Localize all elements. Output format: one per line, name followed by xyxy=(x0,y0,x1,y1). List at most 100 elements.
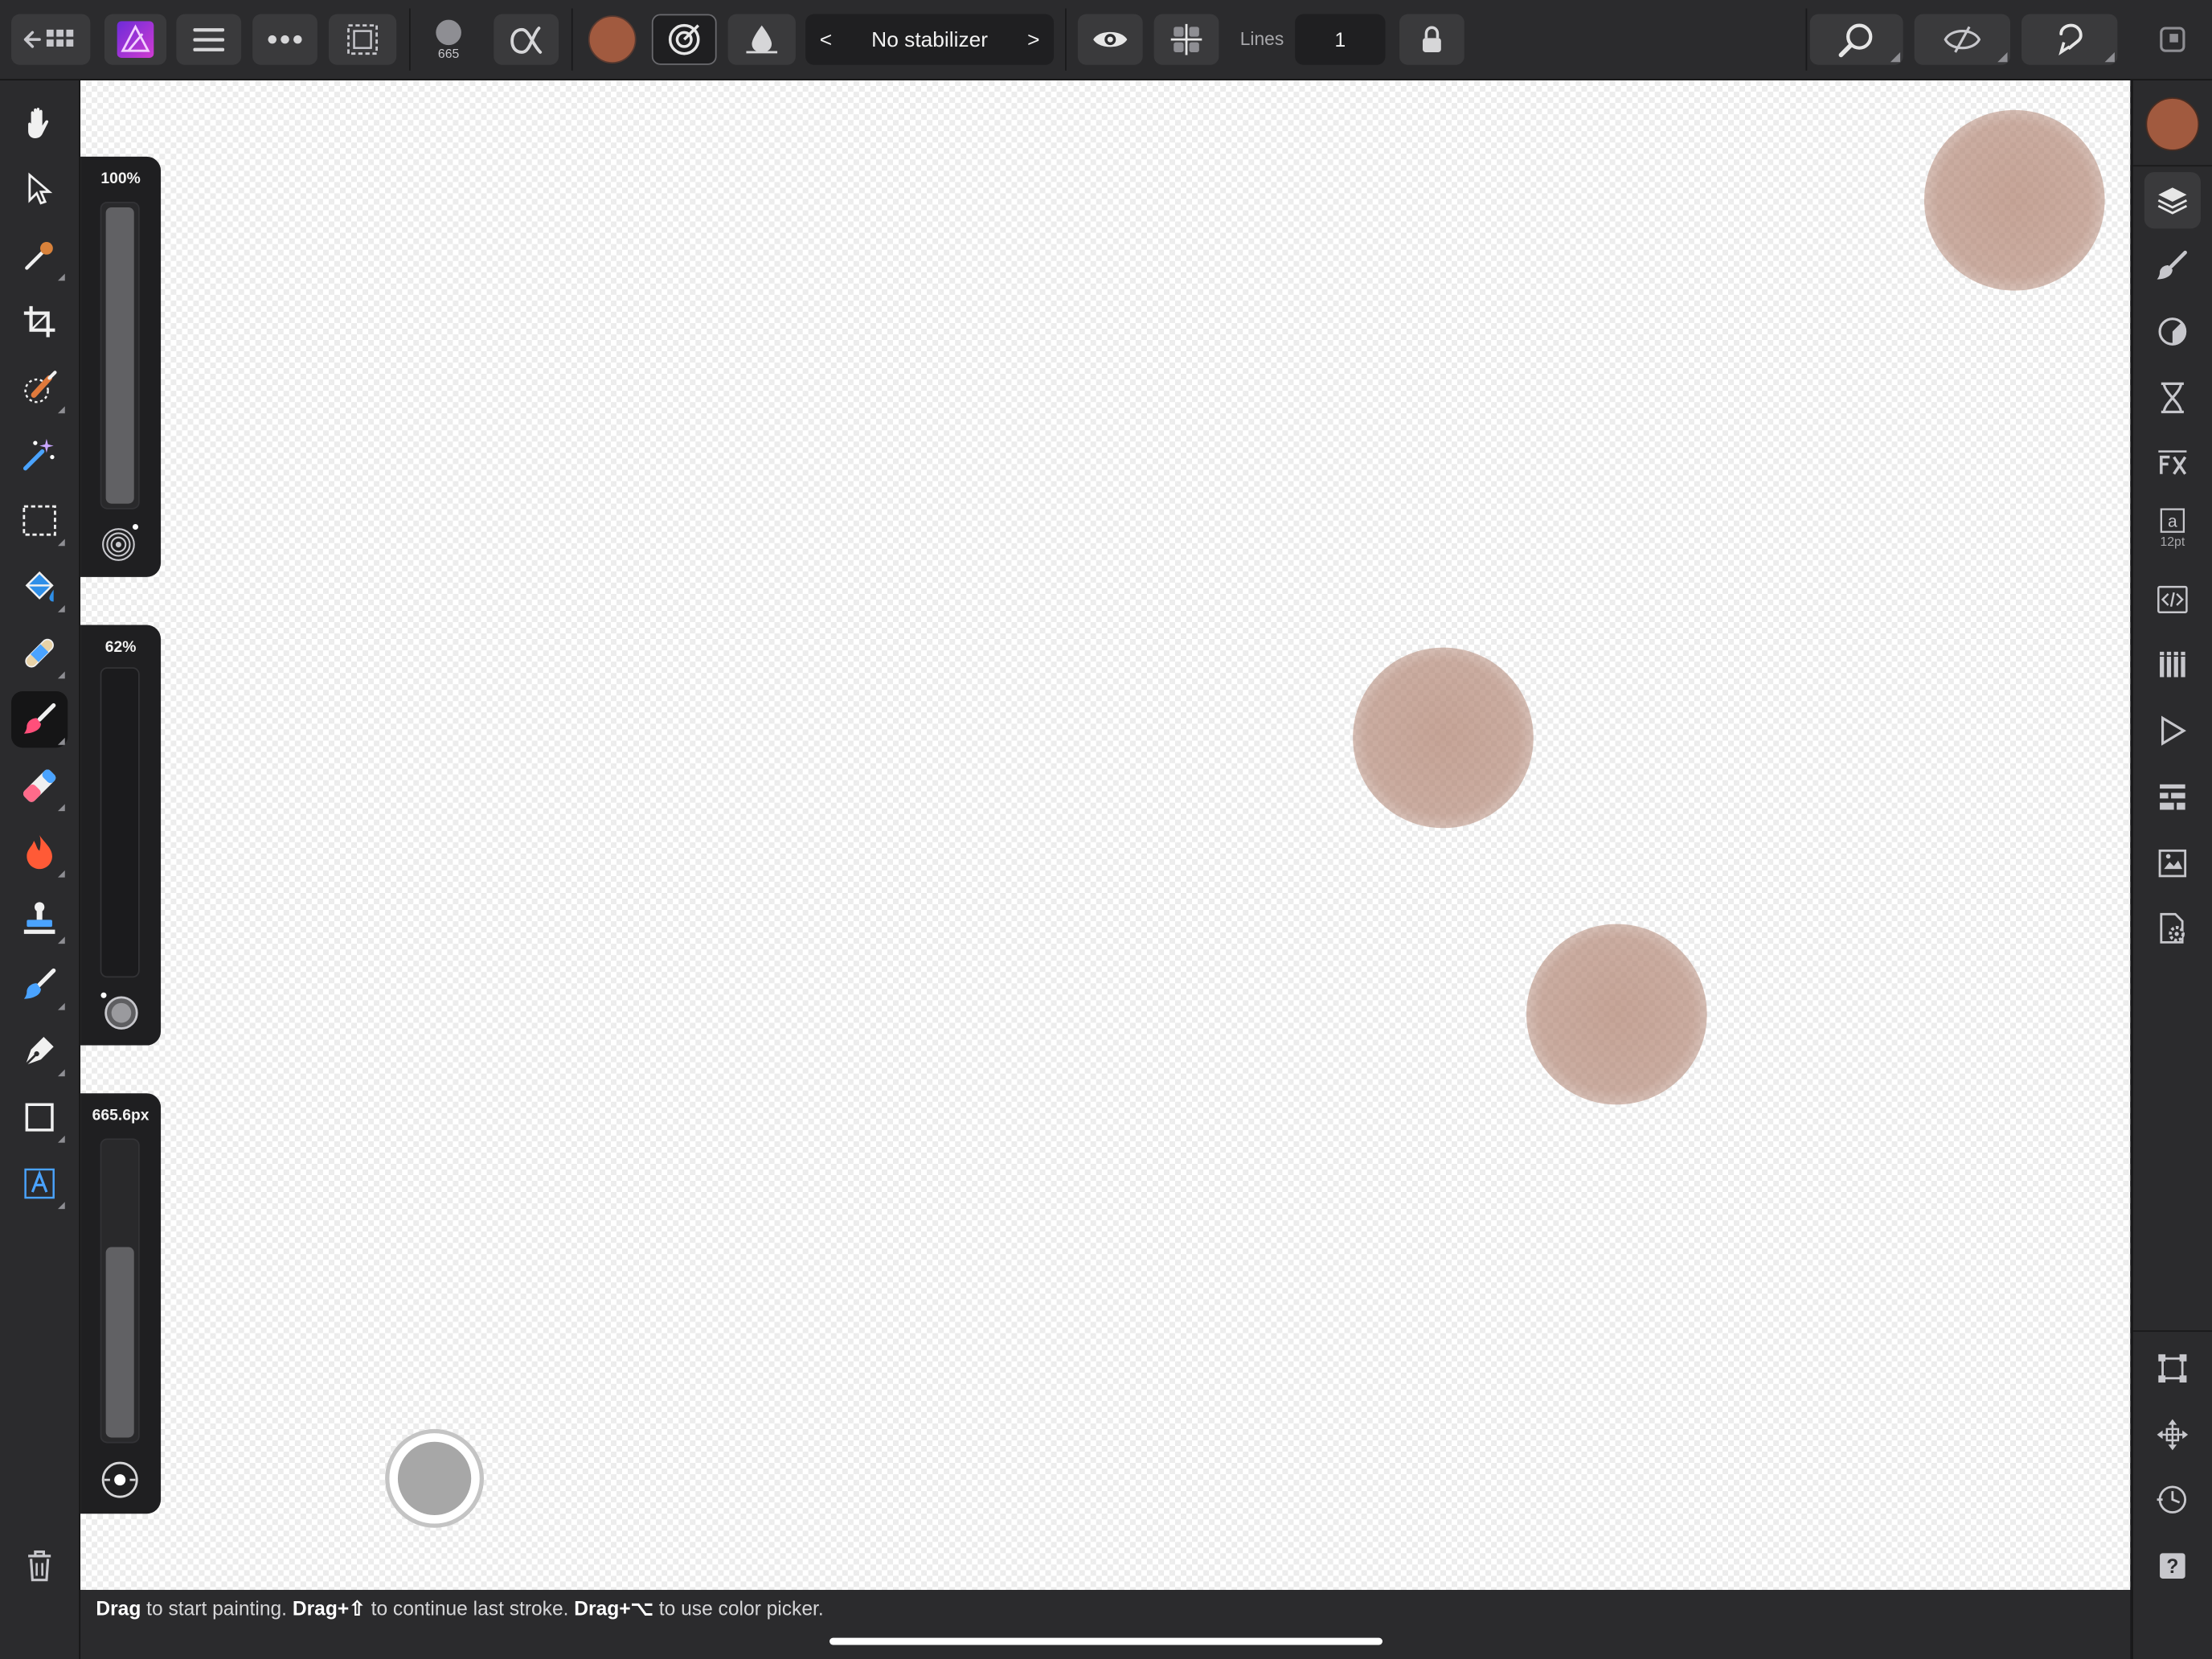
size-pressure-button[interactable] xyxy=(100,1460,140,1500)
current-color-button[interactable] xyxy=(2144,96,2201,152)
selection-brush-tool[interactable] xyxy=(11,360,68,416)
pressure-opacity-button[interactable] xyxy=(100,523,140,563)
brush-size-button[interactable]: 665 xyxy=(422,14,476,65)
snapping-button[interactable] xyxy=(2144,1472,2201,1528)
smudge-tool[interactable] xyxy=(11,956,68,1013)
visibility-button[interactable] xyxy=(1077,14,1143,65)
selection-button[interactable] xyxy=(328,14,397,65)
move-tool[interactable] xyxy=(11,161,68,217)
window-button[interactable] xyxy=(2146,14,2200,65)
home-indicator[interactable] xyxy=(829,1637,1382,1645)
undo-button[interactable] xyxy=(2022,14,2118,65)
stock-icon xyxy=(2158,849,2187,878)
transform-button[interactable] xyxy=(2144,1340,2201,1396)
document-settings-button[interactable] xyxy=(2144,900,2201,956)
color-picker-icon xyxy=(25,241,53,270)
submenu-indicator xyxy=(57,936,65,944)
lock-button[interactable] xyxy=(1399,14,1464,65)
bandage-icon xyxy=(25,638,54,668)
back-to-gallery-button[interactable] xyxy=(11,14,91,65)
brush-size-value: 665 xyxy=(437,46,460,60)
zoom-button[interactable] xyxy=(1809,14,1903,65)
ink-drop-button[interactable] xyxy=(727,14,796,65)
move-nudge-button[interactable] xyxy=(2144,1407,2201,1463)
fill-tool[interactable] xyxy=(11,559,68,615)
macro-studio-button[interactable] xyxy=(2144,703,2201,759)
help-button[interactable]: ? xyxy=(2144,1538,2201,1594)
status-hint-text: to start painting. xyxy=(141,1596,293,1620)
clone-tool[interactable] xyxy=(11,890,68,946)
app-window: 665 < No stabilizer > Lines 1 100% 62% 6… xyxy=(0,0,2212,1659)
stock-studio-button[interactable] xyxy=(2144,835,2201,891)
opacity-value: 100% xyxy=(100,170,141,188)
more-button[interactable] xyxy=(252,14,317,65)
flow-slider[interactable] xyxy=(100,667,140,978)
stabilizer-next-button[interactable]: > xyxy=(1027,27,1039,51)
text-styles-icon: a xyxy=(2160,507,2185,532)
magic-wand-icon xyxy=(23,438,55,471)
paint-dab xyxy=(1526,924,1707,1105)
paint-brush-tool[interactable] xyxy=(11,690,68,748)
lines-label: Lines xyxy=(1239,28,1284,50)
submenu-indicator xyxy=(57,539,65,547)
menu-button[interactable] xyxy=(176,14,242,65)
pen-nib-icon xyxy=(24,1036,54,1067)
paint-bucket-icon xyxy=(25,571,54,602)
opacity-slider-panel: 100% xyxy=(80,156,162,577)
pen-tool[interactable] xyxy=(11,1022,68,1079)
color-picker-tool[interactable] xyxy=(11,227,68,284)
crop-tool[interactable] xyxy=(11,293,68,350)
color-swatch-button[interactable] xyxy=(584,14,641,65)
brushes-studio-button[interactable] xyxy=(2144,237,2201,293)
symmetry-button[interactable] xyxy=(1153,14,1219,65)
hand-tool[interactable] xyxy=(11,95,68,151)
flow-slider-panel: 62% xyxy=(80,625,162,1046)
submenu-indicator xyxy=(57,406,65,414)
text-styles-studio-button[interactable]: a 12pt xyxy=(2144,499,2201,555)
swatches-studio-button[interactable] xyxy=(2144,637,2201,693)
adjustments-studio-button[interactable] xyxy=(2144,303,2201,359)
history-studio-button[interactable] xyxy=(2144,370,2201,426)
wet-edges-button[interactable] xyxy=(651,14,717,65)
submenu-indicator xyxy=(57,604,65,612)
assistant-button[interactable] xyxy=(1914,14,2011,65)
submenu-indicator xyxy=(1997,51,2008,63)
size-slider[interactable] xyxy=(100,1138,140,1444)
settings-icon xyxy=(2160,912,2185,944)
layers-icon xyxy=(2157,187,2188,215)
marquee-tool[interactable] xyxy=(11,493,68,549)
delete-button[interactable] xyxy=(11,1538,68,1594)
opacity-slider-fill xyxy=(105,207,134,504)
pressure-flow-button[interactable] xyxy=(100,992,140,1031)
healing-tool[interactable] xyxy=(11,625,68,682)
size-slider-fill xyxy=(105,1247,134,1438)
paint-brush-icon xyxy=(23,703,56,734)
fx-studio-button[interactable] xyxy=(2144,435,2201,491)
stabilizer-prev-button[interactable]: < xyxy=(820,27,832,51)
size-slider-panel: 665.6px xyxy=(80,1093,162,1514)
alpha-button[interactable] xyxy=(494,14,559,65)
artistic-text-tool[interactable] xyxy=(11,1155,68,1211)
transform-icon xyxy=(2158,1354,2187,1382)
navigator-studio-button[interactable] xyxy=(2144,769,2201,825)
more-icon xyxy=(268,35,302,44)
command-controller-inner xyxy=(397,1441,472,1515)
symmetry-icon xyxy=(1170,23,1202,55)
opacity-slider[interactable] xyxy=(100,201,140,510)
rectangle-tool[interactable] xyxy=(11,1089,68,1145)
status-hint-drag-shift: Drag+⇧ xyxy=(292,1596,366,1620)
code-studio-button[interactable] xyxy=(2144,571,2201,628)
lines-input[interactable]: 1 xyxy=(1295,14,1386,65)
layers-studio-button[interactable] xyxy=(2144,172,2201,229)
document-canvas[interactable] xyxy=(80,80,2131,1590)
erase-brush-tool[interactable] xyxy=(11,757,68,813)
stabilizer-selector[interactable]: < No stabilizer > xyxy=(805,14,1055,65)
flood-select-tool[interactable] xyxy=(11,426,68,482)
studio-panel: a 12pt ? xyxy=(2131,80,2212,1659)
submenu-indicator xyxy=(57,671,65,679)
code-icon xyxy=(2157,585,2188,613)
command-controller-button[interactable] xyxy=(385,1428,484,1528)
persona-button[interactable] xyxy=(104,14,167,65)
burn-tool[interactable] xyxy=(11,824,68,880)
hourglass-icon xyxy=(2161,382,2184,414)
